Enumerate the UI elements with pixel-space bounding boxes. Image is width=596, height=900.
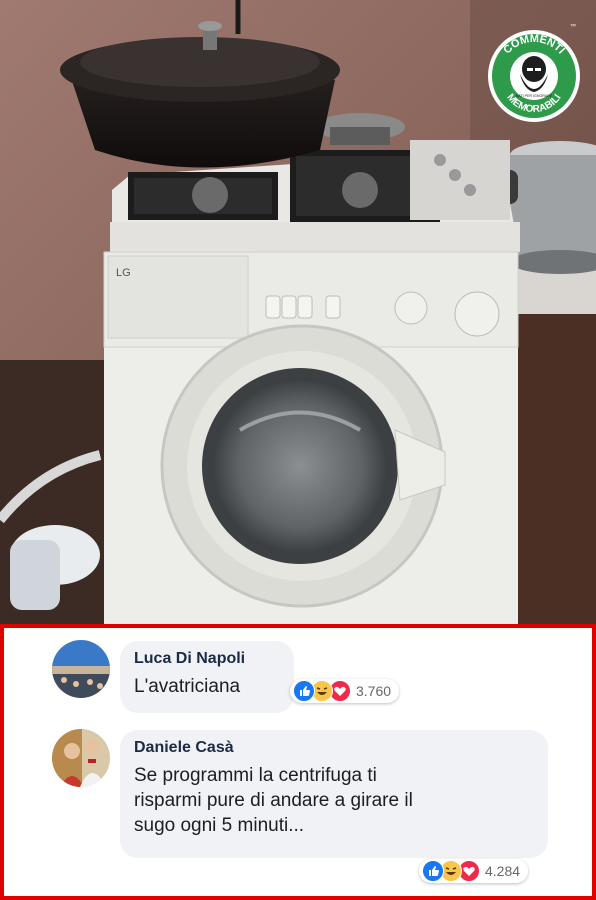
like-icon (422, 860, 444, 882)
photo: LG COMMENTI MEMORABILI NATI PER IGNORARE… (0, 0, 596, 624)
comment-bubble: Daniele Casà Se programmi la centrifuga … (120, 730, 548, 858)
commenti-memorabili-logo: COMMENTI MEMORABILI NATI PER IGNORARE ™ (486, 20, 582, 126)
avatar[interactable] (52, 729, 110, 787)
comments-panel: Luca Di Napoli L'avatriciana 3.760 Danie… (0, 624, 596, 900)
reactions-summary[interactable]: 4.284 (419, 859, 529, 883)
avatar[interactable] (52, 640, 110, 698)
appliance-brand: LG (116, 267, 131, 279)
svg-text:™: ™ (570, 23, 576, 30)
comment-text: L'avatriciana (134, 676, 241, 697)
comment-author[interactable]: Daniele Casà (134, 739, 534, 757)
reaction-count: 3.760 (356, 683, 392, 699)
comment-text-line: risparmi pure di andare a girare il (134, 790, 413, 811)
comment-author[interactable]: Luca Di Napoli (134, 650, 280, 668)
reaction-count: 4.284 (485, 863, 521, 879)
logo-center-text: NATI PER IGNORARE (516, 94, 553, 98)
comment-text-line: Se programmi la centrifuga ti (134, 765, 377, 786)
like-icon (293, 680, 315, 702)
comment-text-line: sugo ogni 5 minuti... (134, 815, 305, 836)
comment-bubble: Luca Di Napoli L'avatriciana (120, 641, 294, 713)
reactions-summary[interactable]: 3.760 (290, 679, 400, 703)
